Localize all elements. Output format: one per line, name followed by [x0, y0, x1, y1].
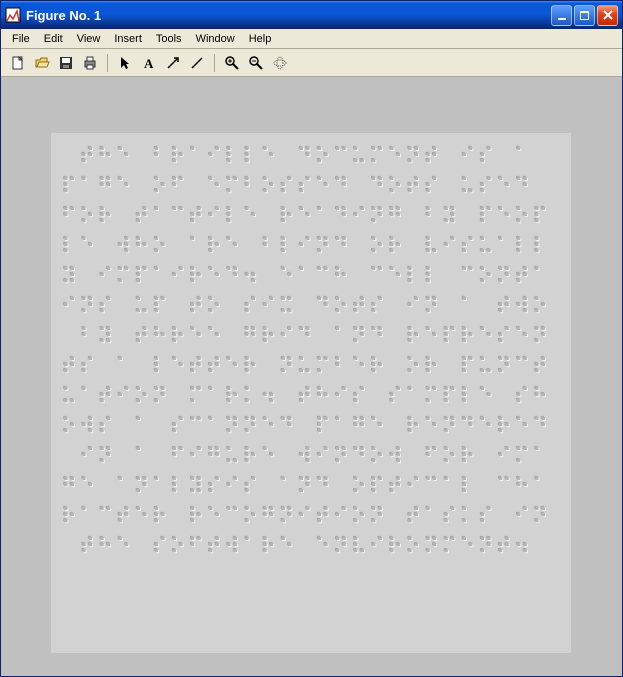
- menu-help[interactable]: Help: [242, 31, 279, 47]
- rotate3d-icon: [272, 55, 288, 71]
- close-button[interactable]: [597, 5, 618, 26]
- arrow-button[interactable]: [162, 52, 184, 74]
- minimize-button[interactable]: [551, 5, 572, 26]
- content-area: ⠀⠞⠓⠑⠀⠃⠗⠁⠊⠇⠇⠑⠀⠙⠕⠉⠥⠍⠑⠝⠞⠀⠊⠎⠀⠁⠀⠏⠁⠛⠑⠀⠕⠋⠀⠑⠍⠃⠕⠎…: [1, 77, 622, 676]
- menubar: File Edit View Insert Tools Window Help: [1, 29, 622, 49]
- separator: [107, 54, 108, 72]
- line-button[interactable]: [186, 52, 208, 74]
- new-icon: [10, 55, 26, 71]
- zoom-out-icon: [248, 55, 264, 71]
- menu-insert[interactable]: Insert: [107, 31, 149, 47]
- toolbar: A: [1, 49, 622, 77]
- zoom-in-button[interactable]: [221, 52, 243, 74]
- maximize-button[interactable]: [574, 5, 595, 26]
- pointer-icon: [117, 55, 133, 71]
- print-icon: [82, 55, 98, 71]
- menu-window[interactable]: Window: [189, 31, 242, 47]
- open-icon: [34, 55, 50, 71]
- window-controls: [551, 5, 618, 26]
- zoom-out-button[interactable]: [245, 52, 267, 74]
- braille-image: ⠀⠞⠓⠑⠀⠃⠗⠁⠊⠇⠇⠑⠀⠙⠕⠉⠥⠍⠑⠝⠞⠀⠊⠎⠀⠁⠀⠏⠁⠛⠑⠀⠕⠋⠀⠑⠍⠃⠕⠎…: [61, 143, 561, 643]
- arrow-icon: [165, 55, 181, 71]
- text-icon: A: [141, 55, 157, 71]
- print-button[interactable]: [79, 52, 101, 74]
- svg-text:A: A: [144, 56, 154, 71]
- pointer-button[interactable]: [114, 52, 136, 74]
- menu-edit[interactable]: Edit: [37, 31, 70, 47]
- menu-file[interactable]: File: [5, 31, 37, 47]
- titlebar[interactable]: Figure No. 1: [1, 1, 622, 29]
- text-button[interactable]: A: [138, 52, 160, 74]
- figure-axes[interactable]: ⠀⠞⠓⠑⠀⠃⠗⠁⠊⠇⠇⠑⠀⠙⠕⠉⠥⠍⠑⠝⠞⠀⠊⠎⠀⠁⠀⠏⠁⠛⠑⠀⠕⠋⠀⠑⠍⠃⠕⠎…: [51, 133, 571, 653]
- save-icon: [58, 55, 74, 71]
- save-button[interactable]: [55, 52, 77, 74]
- menu-tools[interactable]: Tools: [149, 31, 189, 47]
- figure-window: Figure No. 1 File Edit View Insert Tools…: [0, 0, 623, 677]
- app-icon: [5, 7, 21, 23]
- new-button[interactable]: [7, 52, 29, 74]
- line-icon: [189, 55, 205, 71]
- zoom-in-icon: [224, 55, 240, 71]
- open-button[interactable]: [31, 52, 53, 74]
- menu-view[interactable]: View: [70, 31, 108, 47]
- separator: [214, 54, 215, 72]
- window-title: Figure No. 1: [26, 8, 551, 23]
- rotate3d-button[interactable]: [269, 52, 291, 74]
